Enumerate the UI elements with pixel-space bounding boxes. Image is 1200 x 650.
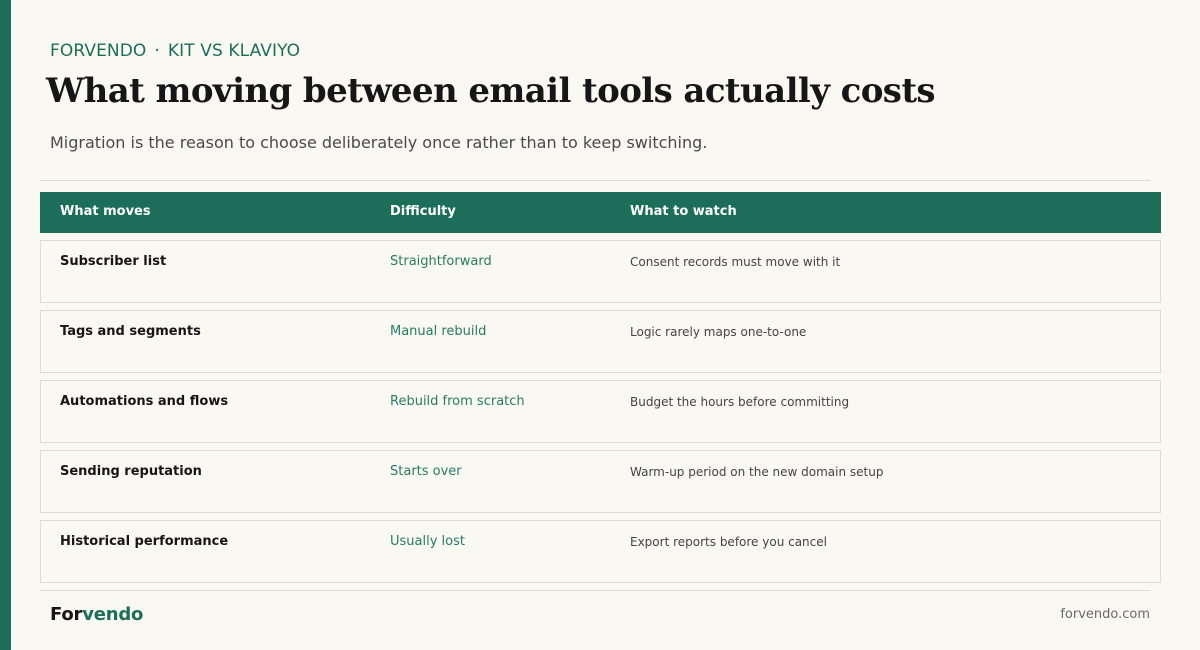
page-subtitle: Migration is the reason to choose delibe… [50, 133, 708, 152]
table-body: Subscriber list Straightforward Consent … [40, 240, 1161, 590]
table-header: What moves Difficulty What to watch [40, 192, 1161, 233]
left-accent-bar [0, 0, 11, 650]
eyebrow-brand: FORVENDO [50, 41, 147, 61]
cell-what-to-watch: Export reports before you cancel [630, 535, 827, 549]
bottom-divider [40, 590, 1150, 591]
cell-what-moves: Subscriber list [60, 254, 167, 269]
cell-difficulty: Rebuild from scratch [390, 394, 525, 409]
page-title: What moving between email tools actually… [46, 71, 936, 111]
table-row: Tags and segments Manual rebuild Logic r… [40, 310, 1161, 373]
cell-difficulty: Starts over [390, 464, 462, 479]
cell-what-moves: Sending reputation [60, 464, 202, 479]
cell-what-moves: Historical performance [60, 534, 229, 549]
column-header-what-to-watch: What to watch [630, 204, 737, 219]
eyebrow: FORVENDO · KIT VS KLAVIYO [50, 40, 300, 62]
cell-what-to-watch: Logic rarely maps one-to-one [630, 325, 807, 339]
top-divider [40, 180, 1150, 181]
footer-logo-part-1: For [50, 604, 83, 625]
footer-domain: forvendo.com [1060, 607, 1150, 622]
table-row: Sending reputation Starts over Warm-up p… [40, 450, 1161, 513]
column-header-difficulty: Difficulty [390, 204, 456, 219]
column-header-what-moves: What moves [60, 204, 151, 219]
table-row: Subscriber list Straightforward Consent … [40, 240, 1161, 303]
table-row: Historical performance Usually lost Expo… [40, 520, 1161, 583]
cell-what-moves: Automations and flows [60, 394, 229, 409]
cell-what-to-watch: Budget the hours before committing [630, 395, 850, 409]
table-row: Automations and flows Rebuild from scrat… [40, 380, 1161, 443]
cell-difficulty: Straightforward [390, 254, 492, 269]
footer-logo: Forvendo [50, 603, 143, 627]
cell-what-to-watch: Warm-up period on the new domain setup [630, 465, 884, 479]
cell-what-to-watch: Consent records must move with it [630, 255, 841, 269]
cell-difficulty: Usually lost [390, 534, 465, 549]
eyebrow-topic: KIT VS KLAVIYO [167, 41, 301, 61]
cell-difficulty: Manual rebuild [390, 324, 487, 339]
footer-logo-part-2: vendo [82, 604, 144, 625]
eyebrow-separator: · [154, 41, 160, 61]
cell-what-moves: Tags and segments [60, 324, 201, 339]
